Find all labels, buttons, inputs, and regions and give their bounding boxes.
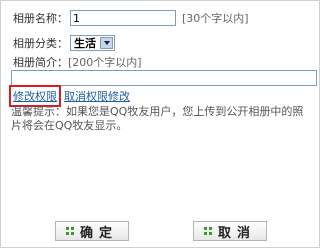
confirm-button-label: 确定 <box>79 225 118 241</box>
grid-icon <box>203 227 212 235</box>
album-category-value: 生活 <box>74 37 96 50</box>
album-category-row: 相册分类： 生活 <box>13 35 115 51</box>
cancel-permission-modify-link[interactable]: 取消权限修改 <box>64 88 130 104</box>
album-category-label: 相册分类： <box>13 37 68 50</box>
grid-icon <box>65 227 74 235</box>
album-category-select[interactable]: 生活 <box>70 35 115 51</box>
album-form-panel: 相册名称： [30个字以内] 相册分类： 生活 相册简介： [200个字以内] … <box>0 0 320 248</box>
album-name-input[interactable] <box>70 10 176 26</box>
highlight-box: 修改权限 <box>9 85 61 107</box>
permission-links: 修改权限 取消权限修改 <box>9 85 130 107</box>
album-name-row: 相册名称： [30个字以内] <box>13 10 249 26</box>
album-name-hint: [30个字以内] <box>182 12 249 25</box>
cancel-button-label: 取消 <box>217 225 256 241</box>
album-desc-label: 相册简介： <box>13 56 68 69</box>
chevron-down-icon[interactable] <box>100 37 113 49</box>
modify-permission-link[interactable]: 修改权限 <box>13 90 57 103</box>
album-desc-row: 相册简介： [200个字以内] <box>13 54 142 70</box>
album-desc-hint: [200个字以内] <box>68 56 142 69</box>
album-name-label: 相册名称： <box>13 12 68 25</box>
cancel-button[interactable]: 取消 <box>193 221 267 241</box>
tip-text: 温馨提示：如果您是QQ牧友用户，您上传到公开相册中的照片将会在QQ牧友显示。 <box>11 105 304 132</box>
confirm-button[interactable]: 确定 <box>55 221 129 241</box>
album-desc-textarea[interactable] <box>11 70 317 86</box>
